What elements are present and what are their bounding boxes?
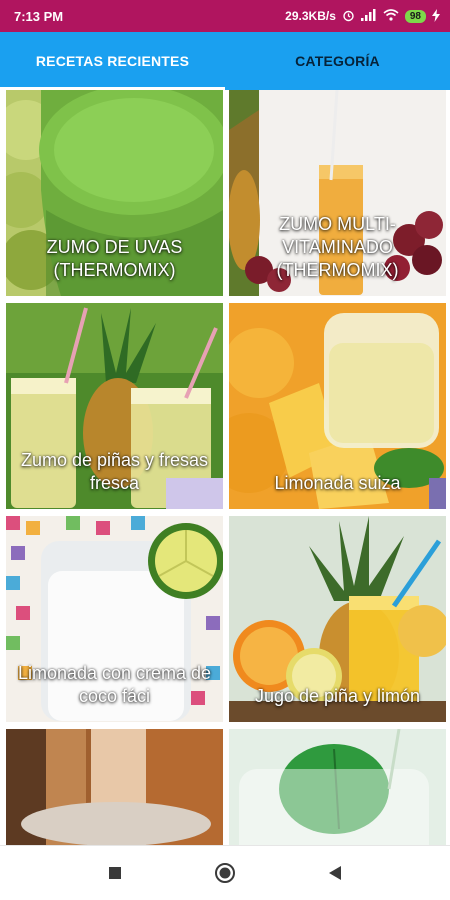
home-icon <box>215 863 235 883</box>
wifi-icon <box>383 9 399 23</box>
recipe-title: Limonada con crema de coco fáci <box>17 663 212 706</box>
recipe-card[interactable]: Limonada suiza <box>229 303 446 509</box>
recipe-card[interactable]: ZUMO MULTI-VITAMINADO (THERMOMIX) <box>229 90 446 296</box>
status-bar: 7:13 PM 29.3KB/s 98 <box>0 0 450 32</box>
tab-recetas-recientes[interactable]: RECETAS RECIENTES <box>0 32 225 90</box>
recipe-grid[interactable]: ZUMO DE UVAS (THERMOMIX) ZUMO MULTI-VITA… <box>0 90 450 845</box>
recipe-title: ZUMO MULTI-VITAMINADO (THERMOMIX) <box>276 214 399 280</box>
status-time: 7:13 PM <box>14 8 64 24</box>
tab-bar: RECETAS RECIENTES CATEGORÍA <box>0 32 450 90</box>
recipe-image <box>229 729 446 845</box>
recipe-card[interactable] <box>229 729 446 845</box>
back-button[interactable] <box>315 853 355 893</box>
recipe-title: Zumo de piñas y fresas fresca <box>20 450 209 493</box>
alarm-icon <box>342 9 355 24</box>
battery-icon: 98 <box>404 9 426 23</box>
recipe-card[interactable]: Limonada con crema de coco fáci <box>6 516 223 722</box>
recipe-card[interactable]: Zumo de piñas y fresas fresca <box>6 303 223 509</box>
recipe-card[interactable]: ZUMO DE UVAS (THERMOMIX) <box>6 90 223 296</box>
recipe-title: Limonada suiza <box>274 473 401 493</box>
navigation-bar <box>0 845 450 900</box>
recipe-card[interactable]: Jugo de piña y limón <box>229 516 446 722</box>
recipe-card[interactable] <box>6 729 223 845</box>
back-icon <box>329 866 341 880</box>
recent-apps-button[interactable] <box>95 853 135 893</box>
tab-categoria[interactable]: CATEGORÍA <box>225 32 450 90</box>
recipe-title: Jugo de piña y limón <box>254 686 421 706</box>
charging-icon <box>432 8 440 24</box>
home-button[interactable] <box>205 853 245 893</box>
recipe-title: ZUMO DE UVAS (THERMOMIX) <box>46 237 183 280</box>
status-icons: 29.3KB/s 98 <box>285 8 440 24</box>
network-speed: 29.3KB/s <box>285 9 336 23</box>
recipe-image <box>6 729 223 845</box>
recent-apps-icon <box>109 867 121 879</box>
signal-icon <box>360 9 377 23</box>
